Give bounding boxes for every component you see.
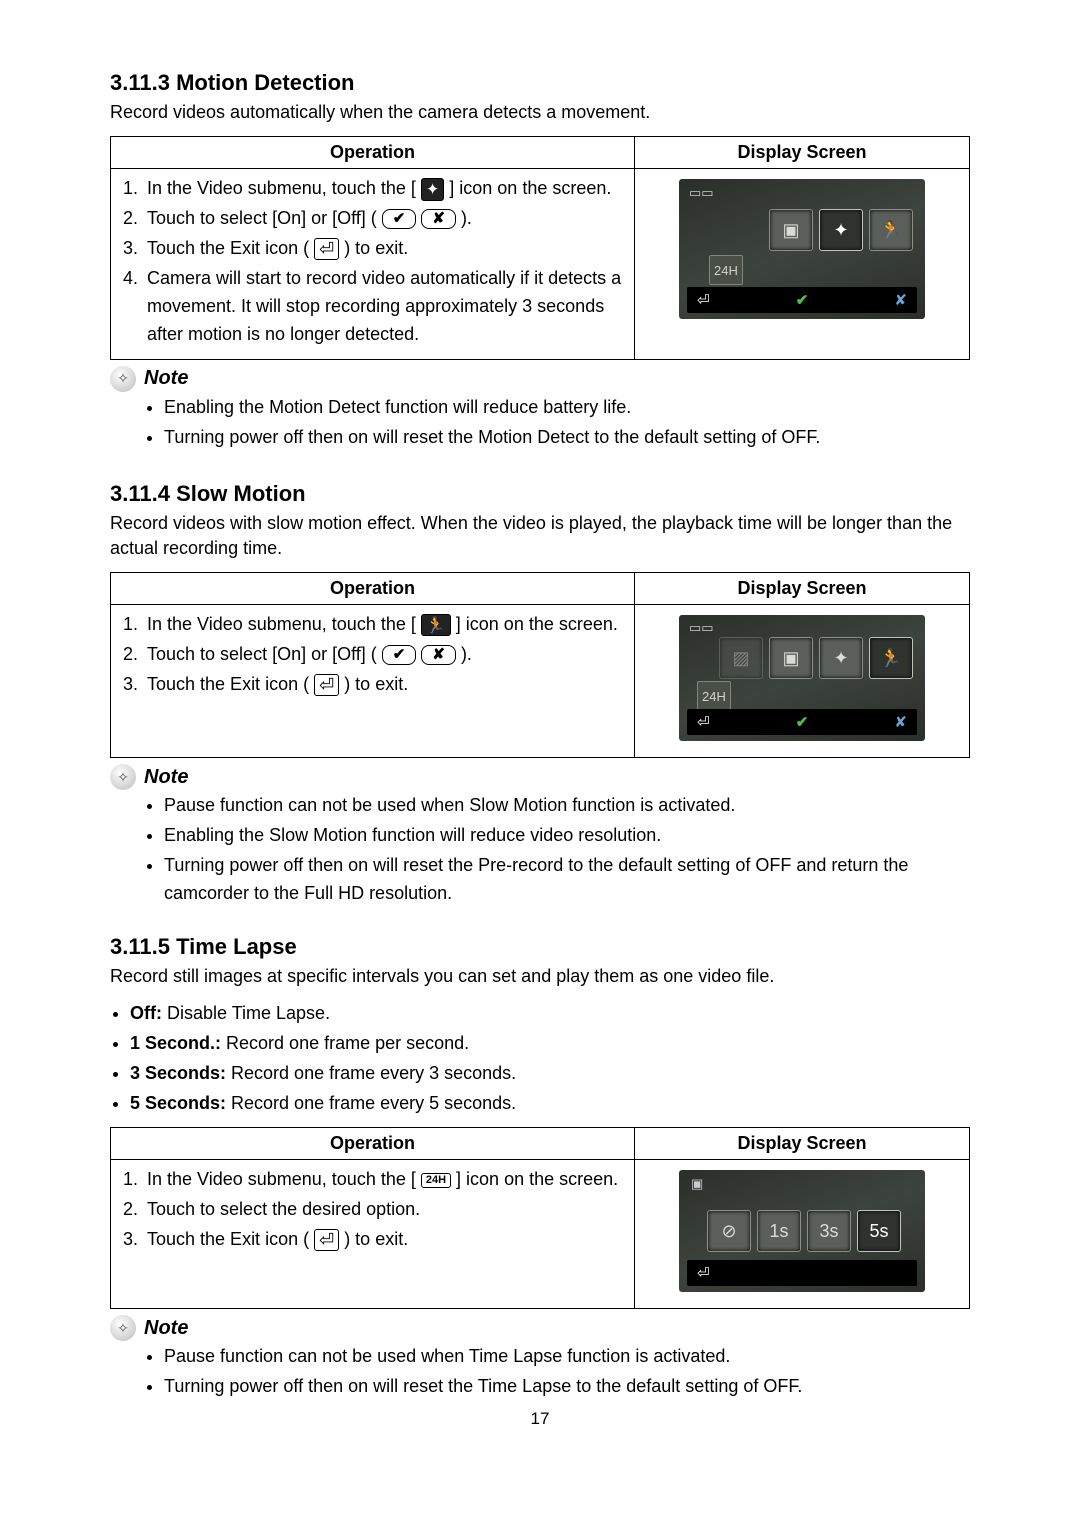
cross-icon: ✘	[894, 713, 907, 731]
note-header: ✧ Note	[110, 366, 970, 392]
intro-timelapse: Record still images at specific interval…	[110, 964, 970, 988]
lightbulb-icon: ✧	[110, 366, 136, 392]
exit-icon: ⏎	[314, 238, 339, 260]
display-cell-motion: ▭▭ ▣ ✦ 🏃 24H ⏎ ✔ ✘	[634, 169, 969, 359]
operation-cell-timelapse: In the Video submenu, touch the [ 24H ] …	[111, 1160, 635, 1309]
intro-slow: Record videos with slow motion effect. W…	[110, 511, 970, 560]
note-item: Turning power off then on will reset the…	[164, 424, 970, 452]
heading-slow-motion: 3.11.4 Slow Motion	[110, 481, 970, 507]
option-off: Off: Disable Time Lapse.	[130, 1000, 970, 1028]
step-2: Touch to select the desired option.	[143, 1196, 624, 1224]
col-operation: Operation	[111, 1128, 635, 1160]
timelapse-options: Off: Disable Time Lapse. 1 Second.: Reco…	[130, 1000, 970, 1118]
note-title: Note	[144, 1317, 188, 1340]
note-list: Pause function can not be used when Time…	[164, 1343, 970, 1401]
operation-cell-slow: In the Video submenu, touch the [ 🏃 ] ic…	[111, 605, 635, 758]
document-page: 3.11.3 Motion Detection Record videos au…	[0, 0, 1080, 1459]
intro-motion: Record videos automatically when the cam…	[110, 100, 970, 124]
check-icon: ✔	[796, 713, 809, 731]
table-slow: Operation Display Screen In the Video su…	[110, 572, 970, 758]
lightbulb-icon: ✧	[110, 1315, 136, 1341]
cross-icon: ✘	[421, 209, 456, 229]
slow-motion-icon: 🏃	[421, 614, 451, 636]
bottom-bar: ⏎	[687, 1260, 917, 1286]
tile-slow-icon: 🏃	[869, 637, 913, 679]
note-list: Enabling the Motion Detect function will…	[164, 394, 970, 452]
note-item: Enabling the Motion Detect function will…	[164, 394, 970, 422]
col-display: Display Screen	[634, 137, 969, 169]
col-display: Display Screen	[634, 1128, 969, 1160]
bottom-bar: ⏎ ✔ ✘	[687, 287, 917, 313]
check-icon: ✔	[796, 291, 809, 309]
motion-detect-icon: ✦	[421, 178, 444, 200]
tile-dim-icon: ▨	[719, 637, 763, 679]
step-4: Camera will start to record video automa…	[143, 265, 624, 349]
film-icon: ▣	[691, 1176, 703, 1192]
note-title: Note	[144, 766, 188, 789]
tile-fhd-icon: ▣	[769, 209, 813, 251]
exit-icon: ⏎	[697, 291, 710, 309]
col-display: Display Screen	[634, 573, 969, 605]
cross-icon: ✘	[894, 291, 907, 309]
step-2: Touch to select [On] or [Off] ( ✔ ✘ ).	[143, 205, 624, 233]
cross-icon: ✘	[421, 645, 456, 665]
tile-motion-icon: ✦	[819, 209, 863, 251]
step-3: Touch the Exit icon ( ⏎ ) to exit.	[143, 235, 624, 263]
option-5s: 5 Seconds: Record one frame every 5 seco…	[130, 1090, 970, 1118]
step-3: Touch the Exit icon ( ⏎ ) to exit.	[143, 671, 624, 699]
step-1: In the Video submenu, touch the [ ✦ ] ic…	[143, 175, 624, 203]
tile-fhd-icon: ▣	[769, 637, 813, 679]
note-header: ✧ Note	[110, 764, 970, 790]
exit-icon: ⏎	[697, 1264, 710, 1282]
option-3s: 3 Seconds: Record one frame every 3 seco…	[130, 1060, 970, 1088]
display-screen-timelapse: ▣ ⊘ 1s 3s 5s ⏎	[679, 1170, 925, 1292]
note-item: Turning power off then on will reset the…	[164, 1373, 970, 1401]
tile-motion-icon: ✦	[819, 637, 863, 679]
exit-icon: ⏎	[697, 713, 710, 731]
operation-cell-motion: In the Video submenu, touch the [ ✦ ] ic…	[111, 169, 635, 359]
col-operation: Operation	[111, 137, 635, 169]
tile-3s-icon: 3s	[807, 1210, 851, 1252]
note-item: Pause function can not be used when Slow…	[164, 792, 970, 820]
lightbulb-icon: ✧	[110, 764, 136, 790]
step-2: Touch to select [On] or [Off] ( ✔ ✘ ).	[143, 641, 624, 669]
tile-slow-icon: 🏃	[869, 209, 913, 251]
check-icon: ✔	[382, 209, 417, 229]
step-1: In the Video submenu, touch the [ 🏃 ] ic…	[143, 611, 624, 639]
option-1s: 1 Second.: Record one frame per second.	[130, 1030, 970, 1058]
table-timelapse: Operation Display Screen In the Video su…	[110, 1127, 970, 1309]
heading-time-lapse: 3.11.5 Time Lapse	[110, 934, 970, 960]
col-operation: Operation	[111, 573, 635, 605]
exit-icon: ⏎	[314, 1229, 339, 1251]
display-screen-motion: ▭▭ ▣ ✦ 🏃 24H ⏎ ✔ ✘	[679, 179, 925, 319]
display-cell-slow: ▭▭ ▨ ▣ ✦ 🏃 24H ⏎ ✔ ✘	[634, 605, 969, 758]
step-1: In the Video submenu, touch the [ 24H ] …	[143, 1166, 624, 1194]
table-motion: Operation Display Screen In the Video su…	[110, 136, 970, 359]
tile-1s-icon: 1s	[757, 1210, 801, 1252]
note-item: Pause function can not be used when Time…	[164, 1343, 970, 1371]
note-list: Pause function can not be used when Slow…	[164, 792, 970, 908]
note-item: Turning power off then on will reset the…	[164, 852, 970, 908]
display-cell-timelapse: ▣ ⊘ 1s 3s 5s ⏎	[634, 1160, 969, 1309]
note-item: Enabling the Slow Motion function will r…	[164, 822, 970, 850]
tile-24h-icon: 24H	[697, 681, 731, 711]
bottom-bar: ⏎ ✔ ✘	[687, 709, 917, 735]
check-icon: ✔	[382, 645, 417, 665]
tile-24h-icon: 24H	[709, 255, 743, 285]
tile-5s-icon: 5s	[857, 1210, 901, 1252]
exit-icon: ⏎	[314, 674, 339, 696]
heading-motion-detection: 3.11.3 Motion Detection	[110, 70, 970, 96]
display-screen-slow: ▭▭ ▨ ▣ ✦ 🏃 24H ⏎ ✔ ✘	[679, 615, 925, 741]
note-header: ✧ Note	[110, 1315, 970, 1341]
time-lapse-icon: 24H	[421, 1173, 451, 1188]
step-3: Touch the Exit icon ( ⏎ ) to exit.	[143, 1226, 624, 1254]
battery-icon: ▭▭	[689, 185, 714, 201]
note-title: Note	[144, 367, 188, 390]
page-number: 17	[110, 1409, 970, 1429]
battery-icon: ▭▭	[689, 620, 714, 636]
tile-off-icon: ⊘	[707, 1210, 751, 1252]
